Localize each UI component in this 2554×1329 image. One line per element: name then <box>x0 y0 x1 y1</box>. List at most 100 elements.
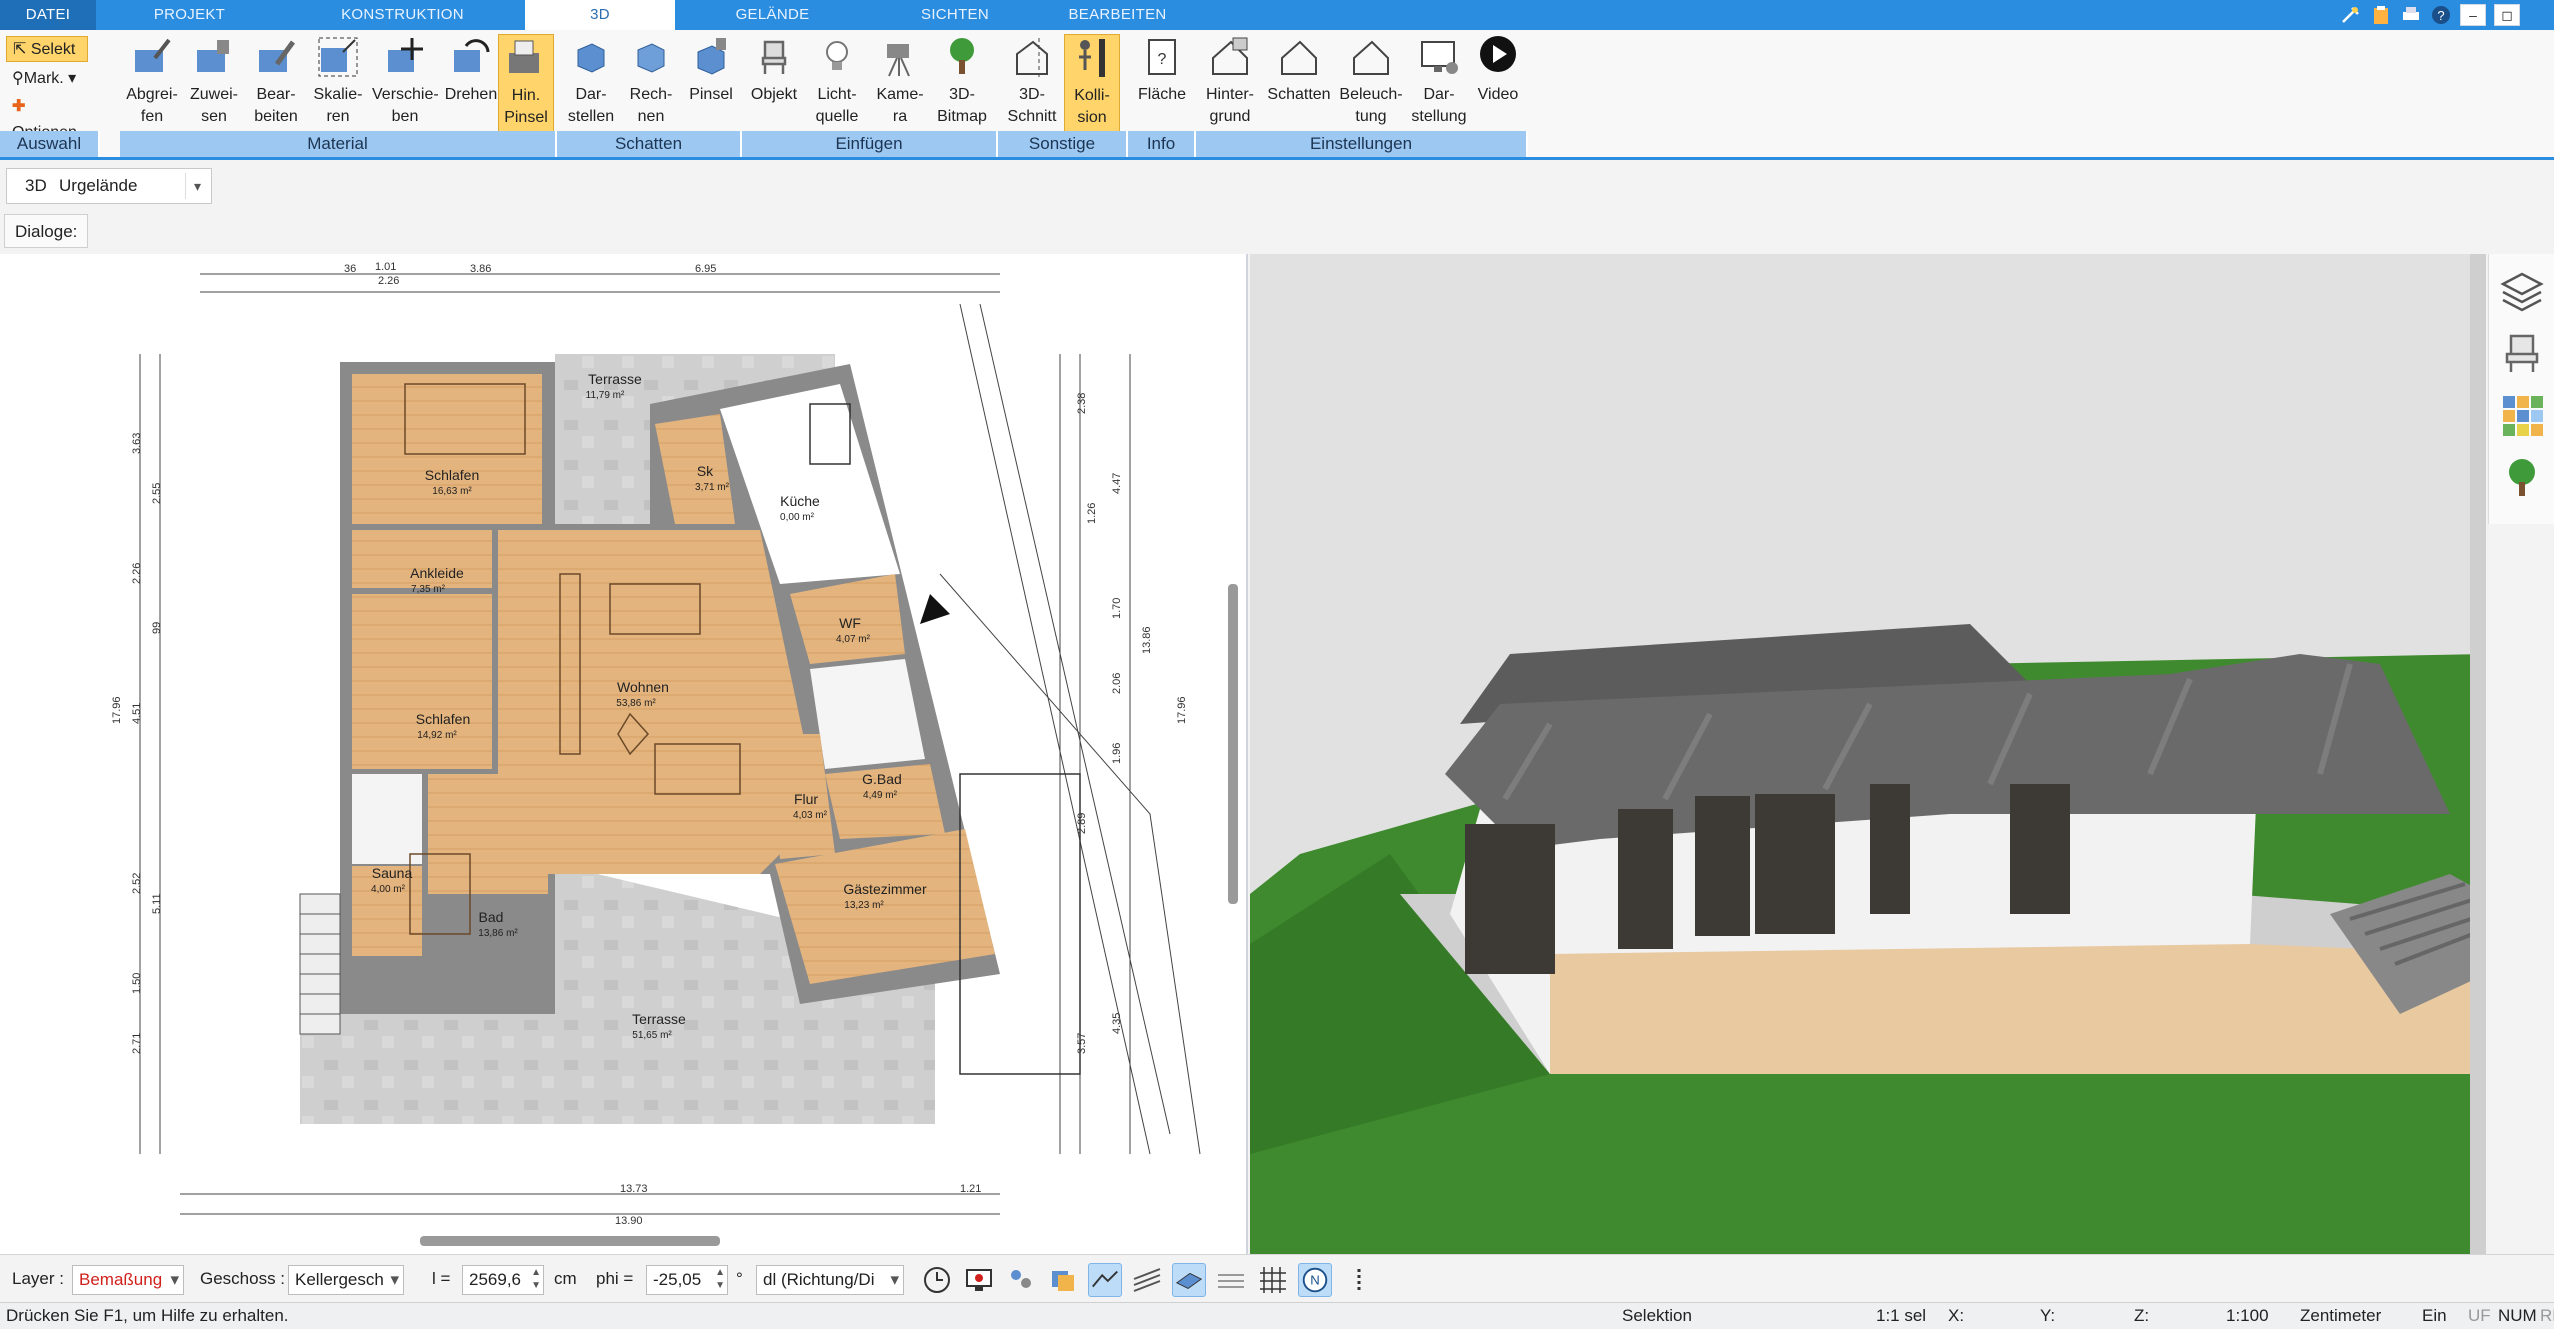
room-area-gbad: 4,49 m² <box>863 790 898 801</box>
schnitt-3d-button[interactable]: 3D- Schnitt <box>1002 34 1062 132</box>
abgreifen-button[interactable]: Abgrei- fen <box>124 34 180 132</box>
room-area-schlafen-2: 14,92 m² <box>417 730 457 741</box>
verschieben-button[interactable]: Verschie- ben <box>372 34 439 132</box>
tab-datei[interactable]: DATEI <box>0 0 96 30</box>
room-bad[interactable] <box>428 774 548 894</box>
move-icon <box>388 38 423 72</box>
skalieren-button[interactable]: Skalie- ren <box>310 34 366 132</box>
angle-input[interactable]: -25,05 ▲ ▼ <box>646 1265 728 1295</box>
video-button[interactable]: Video <box>1472 34 1524 132</box>
clock-icon[interactable] <box>920 1263 954 1297</box>
stairs[interactable] <box>810 659 925 769</box>
zuweisen-button[interactable]: Zuwei- sen <box>186 34 242 132</box>
spinner-icon[interactable]: ▲ ▼ <box>715 1266 725 1292</box>
chair-icon <box>761 40 787 74</box>
lightbulb-icon <box>826 41 848 70</box>
tab-gelaende[interactable]: GELÄNDE <box>700 0 845 30</box>
minimize-button[interactable]: – <box>2460 4 2486 26</box>
material-catalog-icon[interactable] <box>2499 392 2545 438</box>
floor-plan-drawing[interactable]: 1.01 2.26 3.86 6.95 36 17.96 3.63 2.55 2… <box>0 254 1248 1254</box>
north-icon[interactable]: N <box>1298 1263 1332 1297</box>
hintergrund-button[interactable]: Hinter- grund <box>1198 34 1262 132</box>
room-area-kueche: 0,00 m² <box>780 512 815 523</box>
vertical-scrollbar[interactable] <box>1228 584 1238 904</box>
zuweisen-label: Zuwei- sen <box>189 86 238 125</box>
rechnen-button[interactable]: Rech- nen <box>623 34 679 132</box>
dl-select[interactable]: dl (Richtung/Di ▾ <box>756 1265 904 1295</box>
status-unit: Zentimeter <box>2300 1306 2382 1325</box>
group-label-einstellungen: Einstellungen <box>1196 131 1528 157</box>
optionen-button[interactable]: ✚ Optionen <box>6 94 100 141</box>
room-area-flur: 4,03 m² <box>793 810 828 821</box>
floor-plan-view[interactable]: 1.01 2.26 3.86 6.95 36 17.96 3.63 2.55 2… <box>0 254 1248 1254</box>
spinner-icon[interactable]: ▲ ▼ <box>531 1266 541 1292</box>
help-icon[interactable]: ? <box>2430 4 2452 26</box>
house-floor-3d <box>1550 944 2486 1074</box>
hatch-icon[interactable] <box>1130 1263 1164 1297</box>
bearbeiten-button[interactable]: Bear- beiten <box>248 34 304 132</box>
dim-left-0: 3.63 <box>131 433 143 454</box>
room-sauna[interactable] <box>352 774 422 864</box>
terrain-icon[interactable] <box>1088 1263 1122 1297</box>
length-input[interactable]: 2569,6 ▲ ▼ <box>462 1265 544 1295</box>
tab-konstruktion[interactable]: KONSTRUKTION <box>300 0 505 30</box>
objekt-button[interactable]: Objekt <box>746 34 802 132</box>
stack-icon[interactable] <box>1046 1263 1080 1297</box>
clipboard-icon[interactable] <box>2370 4 2392 26</box>
rechnen-label: Rech- nen <box>629 86 673 125</box>
beleuchtung-button[interactable]: Beleuch- tung <box>1336 34 1406 132</box>
tab-sichten[interactable]: SICHTEN <box>880 0 1030 30</box>
lines-icon[interactable] <box>1214 1263 1248 1297</box>
tree-icon <box>950 38 974 74</box>
plants-catalog-icon[interactable] <box>2499 454 2545 500</box>
view-toolbar: 3D Urgelände ▾ <box>0 160 2554 210</box>
furniture-catalog-icon[interactable] <box>2499 330 2545 376</box>
plane-icon[interactable] <box>1172 1263 1206 1297</box>
view-3d[interactable] <box>1250 254 2486 1254</box>
terrain-select[interactable]: 3D Urgelände ▾ <box>6 168 212 204</box>
monitor-icon[interactable] <box>962 1263 996 1297</box>
monitor-settings-icon <box>1421 41 1458 74</box>
abgreifen-label: Abgrei- fen <box>126 86 178 125</box>
status-scale: 1:100 <box>2226 1306 2269 1325</box>
restore-button[interactable]: ◻ <box>2494 4 2520 26</box>
darstellen-button[interactable]: Dar- stellen <box>563 34 619 132</box>
room-label-ankleide: Ankleide <box>410 565 464 581</box>
printer-icon[interactable] <box>2400 4 2422 26</box>
more-icon[interactable] <box>1342 1263 1376 1297</box>
tab-bearbeiten[interactable]: BEARBEITEN <box>1045 0 1190 30</box>
hin-pinsel-button[interactable]: Hin. Pinsel <box>498 34 554 132</box>
room-schlafen-2[interactable] <box>352 594 492 769</box>
room-label-kueche: Küche <box>780 493 820 509</box>
drehen-button[interactable]: Drehen <box>442 34 500 132</box>
tools-icon[interactable] <box>2340 4 2362 26</box>
chevron-down-icon: ▾ <box>390 1270 399 1289</box>
layers-icon[interactable] <box>2499 268 2545 314</box>
lichtquelle-label: Licht- quelle <box>815 86 859 125</box>
flaeche-button[interactable]: ? Fläche <box>1132 34 1192 132</box>
mark-button[interactable]: ⚲Mark. ▾ <box>6 66 82 92</box>
layer-select[interactable]: Bemaßung ▾ <box>72 1265 184 1295</box>
tab-projekt[interactable]: PROJEKT <box>112 0 267 30</box>
pinsel-button[interactable]: Pinsel <box>683 34 739 132</box>
room-schlafen-1[interactable] <box>352 374 542 524</box>
dialoge-label[interactable]: Dialoge: <box>4 214 89 248</box>
plus-icon: ✚ <box>12 98 26 115</box>
grid-icon[interactable] <box>1256 1263 1290 1297</box>
darstellung-button[interactable]: Dar- stellung <box>1408 34 1470 132</box>
kamera-button[interactable]: Kame- ra <box>872 34 928 132</box>
group-icon[interactable] <box>1004 1263 1038 1297</box>
dim-bottom-0: 13.73 <box>620 1183 648 1195</box>
tab-3d[interactable]: 3D <box>525 0 675 30</box>
horizontal-scrollbar[interactable] <box>420 1236 720 1246</box>
selekt-button[interactable]: ⇱ Selekt <box>6 36 88 62</box>
lichtquelle-button[interactable]: Licht- quelle <box>806 34 868 132</box>
bitmap-3d-button[interactable]: 3D- Bitmap <box>932 34 992 132</box>
render-3d[interactable] <box>1250 254 2486 1254</box>
geschoss-select[interactable]: Kellergesch ▾ <box>288 1265 404 1295</box>
group-label-auswahl: Auswahl <box>0 131 100 157</box>
kollision-button[interactable]: Kolli- sion <box>1064 34 1120 132</box>
group-label-info: Info <box>1128 131 1196 157</box>
side-panel <box>2488 254 2554 524</box>
schatten-einst-button[interactable]: Schatten <box>1264 34 1334 132</box>
